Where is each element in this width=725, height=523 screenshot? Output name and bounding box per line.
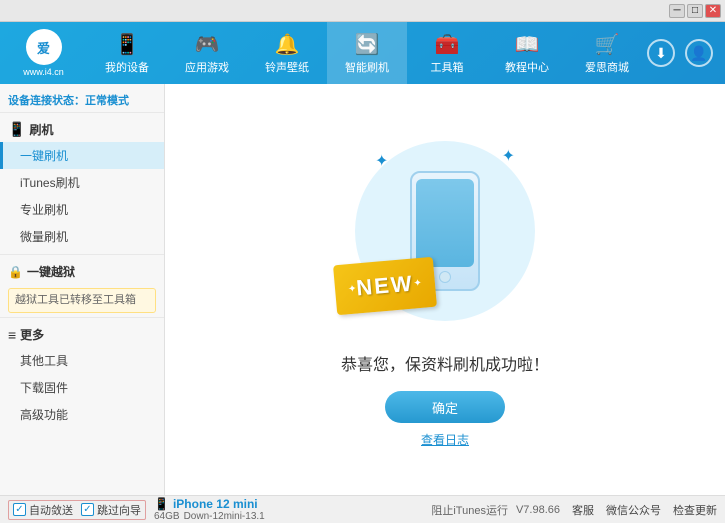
link-check-update[interactable]: 检查更新 [673, 502, 717, 518]
bottom-right-area: V7.98.66 客服 微信公众号 检查更新 [516, 502, 717, 518]
nav-tutorial-label: 教程中心 [505, 59, 549, 75]
nav-app-game[interactable]: 🎮 应用游戏 [167, 22, 247, 84]
sidebar-item-one-key-flash[interactable]: 一键刷机 [0, 142, 164, 169]
nav-toolbox-icon: 🧰 [435, 32, 460, 57]
user-btn[interactable]: 👤 [685, 39, 713, 67]
download-btn[interactable]: ⬇ [647, 39, 675, 67]
lock-icon: 🔒 [8, 265, 23, 279]
divider-1 [0, 254, 164, 255]
device-storage: 64GB [154, 511, 180, 522]
device-version: Down-12mini-13.1 [184, 511, 265, 522]
divider-2 [0, 317, 164, 318]
status-bar: 设备连接状态：正常模式 [0, 88, 164, 113]
checkbox-auto-startup-box [13, 503, 26, 516]
sidebar-item-advanced[interactable]: 高级功能 [0, 401, 164, 428]
nav-mall-label: 爱思商城 [585, 59, 629, 75]
logo-url: www.i4.cn [23, 67, 64, 77]
content-area: ✦ ✦ ✦ NEW ✦ 恭喜您，保资料刷机成功啦！ 确定 查看日志 [165, 84, 725, 495]
device-phone-icon: 📱 [154, 497, 169, 511]
link-wechat-public[interactable]: 微信公众号 [606, 502, 661, 518]
nav-toolbox-label: 工具箱 [431, 59, 464, 75]
phone-screen [416, 179, 474, 267]
nav-mall[interactable]: 🛒 爱思商城 [567, 22, 647, 84]
success-message: 恭喜您，保资料刷机成功啦！ [341, 351, 549, 375]
maximize-btn[interactable]: □ [687, 4, 703, 18]
status-label: 设备连接状态： [8, 95, 85, 107]
device-name: iPhone 12 mini [173, 497, 258, 511]
header: 爱 www.i4.cn 📱 我的设备 🎮 应用游戏 🔔 铃声壁纸 🔄 智能刷机 … [0, 22, 725, 84]
checkbox-auto-startup[interactable]: 自动敛送 [13, 502, 73, 518]
nav-app-game-icon: 🎮 [195, 32, 220, 57]
itunes-status: 阻止iTunes运行 [423, 502, 516, 518]
sidebar: 设备连接状态：正常模式 📱 刷机 一键刷机 iTunes刷机 专业刷机 微量刷机… [0, 84, 165, 495]
confirm-button[interactable]: 确定 [385, 391, 505, 423]
status-value: 正常模式 [85, 95, 129, 107]
nav-mall-icon: 🛒 [595, 32, 620, 57]
nav-smart-flash[interactable]: 🔄 智能刷机 [327, 22, 407, 84]
phone-illustration: ✦ ✦ ✦ NEW ✦ [345, 131, 545, 331]
nav-my-device[interactable]: 📱 我的设备 [87, 22, 167, 84]
star-top-left-icon: ✦ [375, 151, 388, 171]
minimize-btn[interactable]: ─ [669, 4, 685, 18]
nav-toolbox[interactable]: 🧰 工具箱 [407, 22, 487, 84]
checkbox-group: 自动敛送 跳过向导 [8, 500, 146, 520]
nav-smart-flash-icon: 🔄 [355, 32, 380, 57]
main-area: 设备连接状态：正常模式 📱 刷机 一键刷机 iTunes刷机 专业刷机 微量刷机… [0, 84, 725, 495]
nav-app-game-label: 应用游戏 [185, 59, 229, 75]
flash-section-icon: 📱 [8, 121, 25, 138]
nav-smart-flash-label: 智能刷机 [345, 59, 389, 75]
nav-ringtone[interactable]: 🔔 铃声壁纸 [247, 22, 327, 84]
jailbreak-notice: 越狱工具已转移至工具箱 [8, 288, 156, 313]
sidebar-item-itunes-flash[interactable]: iTunes刷机 [0, 169, 164, 196]
sidebar-item-pro-flash[interactable]: 专业刷机 [0, 196, 164, 223]
header-right: ⬇ 👤 [647, 39, 725, 67]
nav-bar: 📱 我的设备 🎮 应用游戏 🔔 铃声壁纸 🔄 智能刷机 🧰 工具箱 📖 教程中心… [87, 22, 647, 84]
jailbreak-section-label: 一键越狱 [27, 263, 75, 280]
section-more: ≡ 更多 [0, 322, 164, 347]
logo-icon: 爱 [26, 29, 62, 65]
bottom-bar: 自动敛送 跳过向导 📱 iPhone 12 mini 64GB Down-12m… [0, 495, 725, 523]
version-label: V7.98.66 [516, 504, 560, 516]
checkbox-auto-startup-label: 自动敛送 [29, 502, 73, 518]
sparkle-right-icon: ✦ [413, 277, 422, 289]
star-top-right-icon: ✦ [502, 146, 515, 166]
phone-home-button [439, 271, 451, 283]
nav-tutorial[interactable]: 📖 教程中心 [487, 22, 567, 84]
sidebar-item-other-tools[interactable]: 其他工具 [0, 347, 164, 374]
new-text: NEW [355, 271, 414, 302]
device-info: 📱 iPhone 12 mini 64GB Down-12mini-13.1 [154, 497, 265, 522]
flash-section-label: 刷机 [29, 121, 53, 138]
checkbox-guide-box [81, 503, 94, 516]
section-jailbreak: 🔒 一键越狱 [0, 259, 164, 284]
close-btn[interactable]: ✕ [705, 4, 721, 18]
new-ribbon: ✦ NEW ✦ [333, 257, 437, 316]
nav-my-device-label: 我的设备 [105, 59, 149, 75]
checkbox-guide[interactable]: 跳过向导 [81, 502, 141, 518]
bottom-left-area: 自动敛送 跳过向导 📱 iPhone 12 mini 64GB Down-12m… [8, 497, 423, 522]
nav-my-device-icon: 📱 [115, 32, 140, 57]
more-section-label: 更多 [20, 326, 44, 343]
title-bar: ─ □ ✕ [0, 0, 725, 22]
link-customer-service[interactable]: 客服 [572, 502, 594, 518]
nav-tutorial-icon: 📖 [515, 32, 540, 57]
more-section-icon: ≡ [8, 327, 16, 343]
nav-ringtone-icon: 🔔 [275, 32, 300, 57]
nav-ringtone-label: 铃声壁纸 [265, 59, 309, 75]
sidebar-item-micro-flash[interactable]: 微量刷机 [0, 223, 164, 250]
logo-area[interactable]: 爱 www.i4.cn [0, 22, 87, 84]
checkbox-guide-label: 跳过向导 [97, 502, 141, 518]
history-link[interactable]: 查看日志 [421, 431, 469, 448]
section-flash: 📱 刷机 [0, 117, 164, 142]
sidebar-item-download-firmware[interactable]: 下载固件 [0, 374, 164, 401]
